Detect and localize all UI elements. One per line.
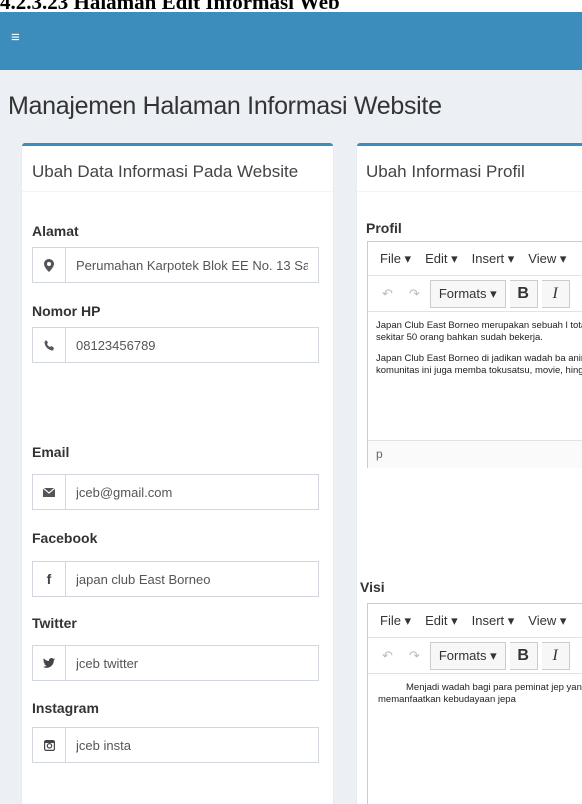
website-info-form-box: Ubah Data Informasi Pada Website Alamat …	[22, 143, 333, 804]
editor-toolbar: ↶ ↷ Formats ▾ B I	[368, 638, 582, 674]
envelope-icon	[33, 475, 66, 509]
email-label: Email	[32, 444, 70, 460]
formats-dropdown[interactable]: Formats ▾	[429, 279, 506, 308]
profil-editor: File ▾ Edit ▾ Insert ▾ View ▾ ↶ ↷ Format…	[367, 241, 582, 468]
menu-edit[interactable]: Edit ▾	[425, 251, 458, 267]
twitter-label: Twitter	[32, 615, 77, 631]
phone-icon	[33, 328, 66, 362]
email-input[interactable]	[66, 475, 318, 509]
editor-content[interactable]: Menjadi wadah bagi para peminat jep yang…	[368, 674, 582, 804]
nomor-hp-label: Nomor HP	[32, 303, 101, 319]
content-paragraph: Menjadi wadah bagi para peminat jep yang…	[378, 682, 582, 705]
instagram-label: Instagram	[32, 700, 99, 716]
menu-insert[interactable]: Insert ▾	[472, 251, 515, 267]
twitter-icon	[33, 646, 66, 680]
box-header: Ubah Data Informasi Pada Website	[22, 146, 333, 192]
menu-view[interactable]: View ▾	[528, 613, 566, 629]
menu-file[interactable]: File ▾	[380, 613, 411, 629]
alamat-input[interactable]	[66, 248, 318, 282]
map-marker-icon	[33, 248, 66, 282]
facebook-label: Facebook	[32, 530, 98, 546]
editor-content[interactable]: Japan Club East Borneo merupakan sebuah …	[368, 312, 582, 440]
menu-view[interactable]: View ▾	[528, 251, 566, 267]
page-title: Manajemen Halaman Informasi Website	[8, 92, 442, 120]
menu-insert[interactable]: Insert ▾	[472, 613, 515, 629]
alamat-field	[32, 247, 319, 283]
twitter-field	[32, 645, 319, 681]
box-header: Ubah Informasi Profil	[357, 146, 582, 192]
editor-statusbar: p	[368, 440, 582, 468]
nomor-hp-input[interactable]	[66, 328, 318, 362]
undo-icon[interactable]: ↶	[376, 281, 399, 307]
italic-button[interactable]: I	[541, 279, 570, 308]
box-title: Ubah Informasi Profil	[366, 162, 525, 181]
content-paragraph: Japan Club East Borneo merupakan sebuah …	[376, 320, 582, 343]
bold-button[interactable]: B	[509, 279, 538, 308]
top-navbar: ≡	[0, 12, 582, 70]
formats-dropdown[interactable]: Formats ▾	[429, 641, 506, 670]
email-field	[32, 474, 319, 510]
facebook-input[interactable]	[66, 562, 318, 596]
profil-label: Profil	[366, 220, 402, 236]
redo-icon[interactable]: ↷	[403, 643, 426, 669]
alamat-label: Alamat	[32, 223, 79, 239]
twitter-input[interactable]	[66, 646, 318, 680]
editor-menubar: File ▾ Edit ▾ Insert ▾ View ▾	[368, 242, 582, 276]
editor-menubar: File ▾ Edit ▾ Insert ▾ View ▾	[368, 604, 582, 638]
visi-label: Visi	[360, 579, 385, 595]
undo-icon[interactable]: ↶	[376, 643, 399, 669]
facebook-field: f	[32, 561, 319, 597]
document-caption: 4.2.3.23 Halaman Edit Informasi Web	[0, 0, 582, 12]
italic-button[interactable]: I	[541, 641, 570, 670]
visi-editor: File ▾ Edit ▾ Insert ▾ View ▾ ↶ ↷ Format…	[367, 603, 582, 804]
bold-button[interactable]: B	[509, 641, 538, 670]
hamburger-icon[interactable]: ≡	[11, 30, 20, 45]
profile-info-box: Ubah Informasi Profil Profil File ▾ Edit…	[357, 143, 582, 804]
box-title: Ubah Data Informasi Pada Website	[32, 162, 299, 181]
instagram-input[interactable]	[66, 728, 318, 762]
menu-edit[interactable]: Edit ▾	[425, 613, 458, 629]
facebook-icon: f	[33, 562, 66, 596]
redo-icon[interactable]: ↷	[403, 281, 426, 307]
nomor-hp-field	[32, 327, 319, 363]
instagram-field	[32, 727, 319, 763]
menu-file[interactable]: File ▾	[380, 251, 411, 267]
content-paragraph: Japan Club East Borneo di jadikan wadah …	[376, 353, 582, 376]
editor-toolbar: ↶ ↷ Formats ▾ B I	[368, 276, 582, 312]
instagram-icon	[33, 728, 66, 762]
